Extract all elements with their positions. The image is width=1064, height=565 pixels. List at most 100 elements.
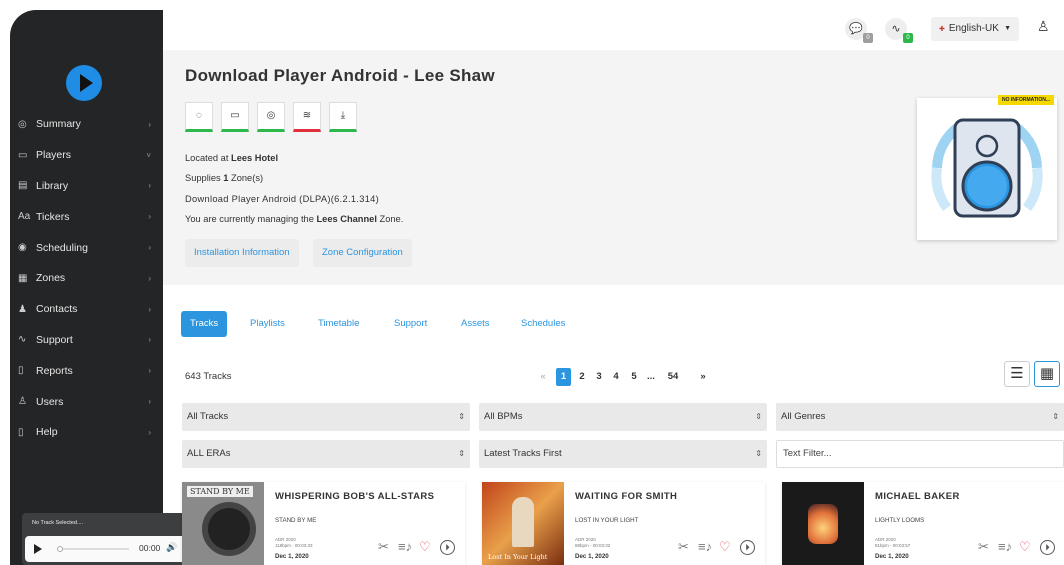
- play-circle-icon[interactable]: ⏵: [440, 540, 455, 555]
- sidebar-item-scheduling[interactable]: ◉ Scheduling ›: [10, 232, 163, 263]
- tracks-filter[interactable]: All Tracks ⇕: [182, 403, 470, 431]
- page-next[interactable]: »: [696, 368, 710, 386]
- tab-timetable[interactable]: Timetable: [309, 311, 368, 337]
- sidebar-item-label: Help: [36, 426, 58, 439]
- heart-icon[interactable]: ♡: [419, 539, 431, 555]
- grid-view-button[interactable]: ▦: [1034, 361, 1060, 387]
- managing-suffix: Zone.: [379, 214, 404, 224]
- list-view-button[interactable]: ☰: [1004, 361, 1030, 387]
- page-1[interactable]: 1: [556, 368, 571, 386]
- album-title: LOST IN YOUR LIGHT: [575, 517, 639, 524]
- scissors-icon[interactable]: ✂: [378, 539, 389, 555]
- messages-button[interactable]: 💬 0: [845, 18, 873, 43]
- sidebar-item-contacts[interactable]: ♟ Contacts ›: [10, 294, 163, 325]
- album-title: STAND BY ME: [275, 517, 317, 524]
- album-art[interactable]: Lost In Your Light: [482, 482, 564, 565]
- sort-select[interactable]: Latest Tracks First ⇕: [479, 440, 767, 468]
- era-filter[interactable]: ALL ERAs ⇕: [182, 440, 470, 468]
- device-artwork: NO INFORMATION...: [917, 95, 1057, 240]
- player-time: 00:00: [139, 543, 161, 553]
- supplies-line: Supplies 1 Zone(s): [185, 173, 263, 183]
- sidebar-item-reports[interactable]: ▯ Reports ›: [10, 355, 163, 386]
- select-arrow-icon: ⇕: [755, 412, 762, 421]
- sidebar: ◎ Summary › ▭ Players ˅ ▤ Library › Aa Tickers › ◉ Sc…: [10, 10, 218, 565]
- track-date: Dec 1, 2020: [875, 553, 909, 560]
- scheduling-icon: ◉: [18, 242, 27, 254]
- camera-status[interactable]: ◎: [257, 102, 285, 132]
- genre-filter-value: All Genres: [781, 411, 826, 422]
- list-view-icon: ☰: [1010, 365, 1024, 382]
- top-bar: 💬 0 ∿ 0 ✚ English-UK ▼ ♙: [163, 10, 1064, 50]
- supplies-prefix: Supplies: [185, 173, 221, 183]
- select-arrow-icon: ⇕: [458, 412, 465, 421]
- chevron-icon: ›: [148, 335, 151, 345]
- player-progress-bar[interactable]: [57, 546, 129, 552]
- track-card[interactable]: MICHAEL BAKER LIGHTLY LOOMS ADR 2020 81bpm …: [782, 482, 1064, 565]
- sidebar-item-label: Contacts: [36, 303, 78, 316]
- tab-assets[interactable]: Assets: [452, 311, 499, 337]
- tab-playlists[interactable]: Playlists: [241, 311, 294, 337]
- tab-tracks[interactable]: Tracks: [181, 311, 228, 337]
- album-art[interactable]: [782, 482, 864, 565]
- chevron-icon: ›: [148, 273, 151, 283]
- bpm-filter[interactable]: All BPMs ⇕: [479, 403, 767, 431]
- battery-status[interactable]: ▭: [221, 102, 249, 132]
- page-2[interactable]: 2: [575, 368, 589, 386]
- power-status[interactable]: ◌: [185, 102, 213, 132]
- players-icon: ▭: [18, 149, 28, 161]
- sidebar-item-players[interactable]: ▭ Players ˅: [10, 140, 163, 171]
- chevron-down-icon: ▼: [1004, 25, 1011, 32]
- track-card[interactable]: Lost In Your Light WAITING FOR SMITH LOST …: [482, 482, 765, 565]
- sidebar-item-library[interactable]: ▤ Library ›: [10, 171, 163, 202]
- page-4[interactable]: 4: [609, 368, 623, 386]
- sidebar-item-zones[interactable]: ▦ Zones ›: [10, 263, 163, 294]
- scissors-icon[interactable]: ✂: [978, 539, 989, 555]
- playlist-add-icon[interactable]: ≡♪: [998, 539, 1012, 554]
- track-date: Dec 1, 2020: [275, 553, 309, 560]
- support-icon: ∿: [18, 334, 27, 346]
- sidebar-item-support[interactable]: ∿ Support ›: [10, 325, 163, 356]
- sidebar-item-users[interactable]: ♙ Users ›: [10, 386, 163, 417]
- text-filter-input[interactable]: Text Filter...: [776, 440, 1064, 468]
- app-logo[interactable]: [66, 65, 102, 101]
- installation-info-button[interactable]: Installation Information: [185, 239, 299, 267]
- play-circle-icon[interactable]: ⏵: [1040, 540, 1055, 555]
- album-art[interactable]: STAND BY ME: [182, 482, 264, 565]
- page-prev[interactable]: «: [536, 368, 550, 386]
- page-5[interactable]: 5: [627, 368, 641, 386]
- vinyl-icon: [202, 502, 256, 556]
- heart-icon[interactable]: ♡: [719, 539, 731, 555]
- sidebar-item-tickers[interactable]: Aa Tickers ›: [10, 201, 163, 232]
- page-54[interactable]: 54: [666, 368, 680, 386]
- play-icon[interactable]: [34, 544, 42, 554]
- tab-support[interactable]: Support: [385, 311, 436, 337]
- track-title: MICHAEL BAKER: [875, 491, 960, 502]
- chevron-icon: ›: [148, 212, 151, 222]
- library-icon: ▤: [18, 180, 28, 192]
- sidebar-item-summary[interactable]: ◎ Summary ›: [10, 109, 163, 140]
- sidebar-item-label: Players: [36, 149, 72, 162]
- progress-handle[interactable]: [57, 546, 63, 552]
- meta-bpm-duration: 88bpm - 00:03:32: [575, 543, 611, 548]
- page-3[interactable]: 3: [592, 368, 606, 386]
- zone-config-button[interactable]: Zone Configuration: [313, 239, 412, 267]
- wifi-status[interactable]: ≋: [293, 102, 321, 132]
- sidebar-item-label: Zones: [36, 272, 66, 285]
- volume-icon[interactable]: 🔊: [166, 542, 177, 553]
- scissors-icon[interactable]: ✂: [678, 539, 689, 555]
- playlist-add-icon[interactable]: ≡♪: [398, 539, 412, 554]
- download-status[interactable]: ⤓: [329, 102, 357, 132]
- heart-icon[interactable]: ♡: [1019, 539, 1031, 555]
- bpm-filter-value: All BPMs: [484, 411, 523, 422]
- track-card[interactable]: STAND BY ME WHISPERING BOB'S ALL-STARS STA…: [182, 482, 465, 565]
- user-icon[interactable]: ♙: [1037, 18, 1050, 35]
- art-caption: Lost In Your Light: [488, 553, 548, 561]
- language-select[interactable]: ✚ English-UK ▼: [931, 17, 1019, 41]
- sidebar-item-label: Support: [36, 333, 73, 346]
- activity-button[interactable]: ∿ 0: [885, 18, 913, 43]
- playlist-add-icon[interactable]: ≡♪: [698, 539, 712, 554]
- genre-filter[interactable]: All Genres ⇕: [776, 403, 1064, 431]
- sidebar-item-help[interactable]: ▯ Help ›: [10, 417, 163, 448]
- play-circle-icon[interactable]: ⏵: [740, 540, 755, 555]
- tab-schedules[interactable]: Schedules: [512, 311, 574, 337]
